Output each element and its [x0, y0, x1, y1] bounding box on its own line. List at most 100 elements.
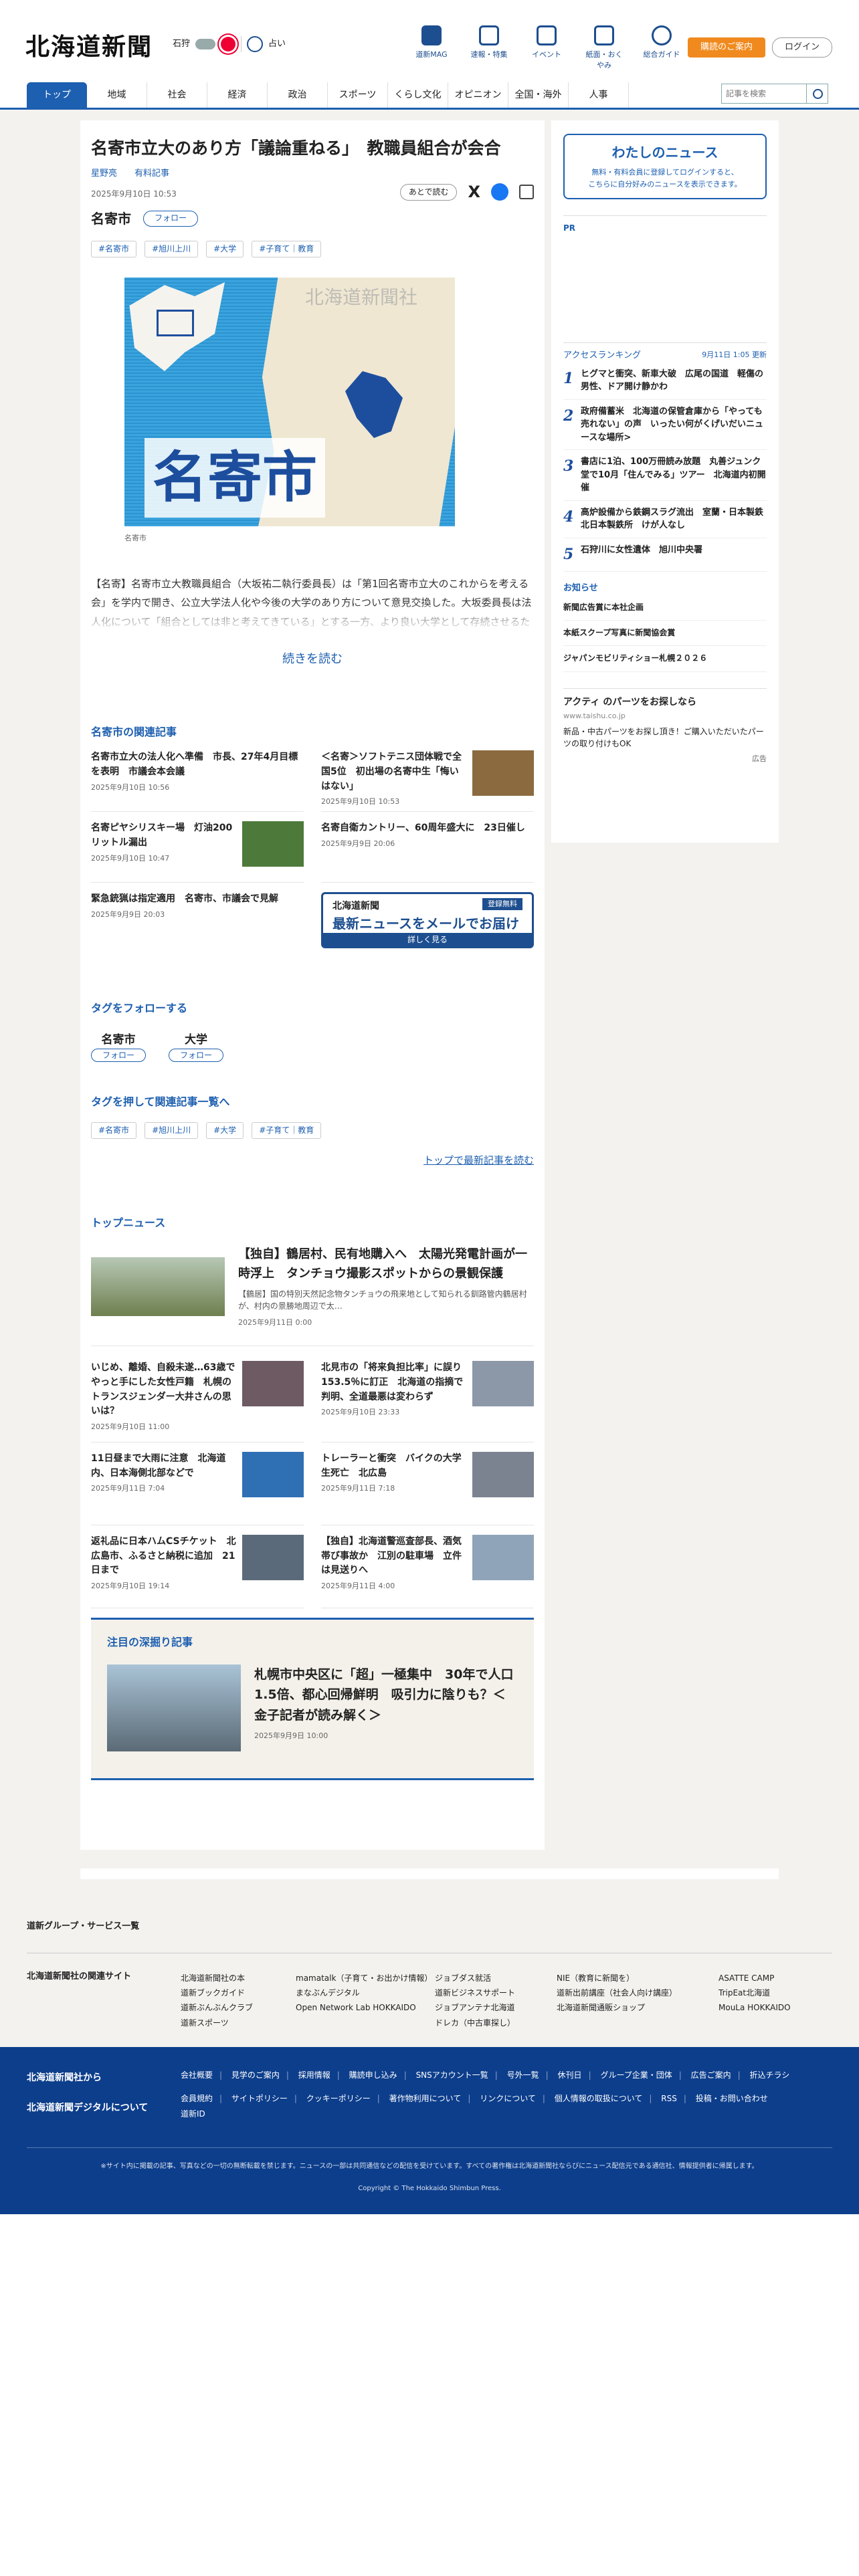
site-link[interactable]: MouLa HOKKAIDO	[719, 2000, 791, 2015]
nav-tab-region[interactable]: 地域	[87, 82, 147, 108]
ranking-item[interactable]: 2 政府備蓄米 北海道の保管倉庫から「やっても売れない」の声 いったい何がくげいだ…	[563, 400, 767, 451]
ranking-item[interactable]: 5 石狩川に女性遺体 旭川中央署	[563, 538, 767, 572]
news-item[interactable]: トレーラーと衝突 バイクの大学生死亡 北広島 2025年9月11日 7:18	[321, 1451, 534, 1525]
search-input[interactable]	[722, 84, 806, 103]
nav-tab-sports[interactable]: スポーツ	[328, 82, 388, 108]
follow-button[interactable]: フォロー	[169, 1049, 224, 1063]
footer-link[interactable]: 購読申し込み	[349, 2070, 397, 2080]
facebook-share-icon[interactable]	[491, 183, 508, 201]
read-later-button[interactable]: あとで読む	[399, 183, 458, 201]
related-item[interactable]: 緊急銃猟は指定適用 名寄市、市議会で見解 2025年9月9日 20:03	[91, 892, 304, 954]
nav-icon-mag[interactable]: 道新MAG	[412, 25, 451, 71]
related-item[interactable]: 名寄自衛カントリー、60周年盛大に 23日催し 2025年9月9日 20:06	[321, 821, 534, 883]
follow-button[interactable]: フォロー	[91, 1049, 147, 1063]
news-item[interactable]: 11日昼まで大雨に注意 北海道内、日本海側北部などで 2025年9月11日 7:0…	[91, 1451, 304, 1525]
footer-link[interactable]: 見学のご案内	[231, 2070, 280, 2080]
share-icon[interactable]	[519, 185, 534, 200]
nav-tab-opinion[interactable]: オピニオン	[448, 82, 508, 108]
footer-link[interactable]: 会員規約	[181, 2094, 213, 2103]
site-link[interactable]: 北海道新聞社の本	[181, 1971, 296, 1985]
nav-icon-paper[interactable]: 紙面・おくやみ	[585, 25, 624, 71]
footer-link[interactable]: 著作物利用について	[389, 2094, 462, 2103]
site-link[interactable]: ドレカ（中古車探し）	[435, 2016, 557, 2030]
deep-heading[interactable]: 注目の深掘り記事	[107, 1634, 518, 1650]
site-link[interactable]: Open Network Lab HOKKAIDO	[296, 2000, 435, 2015]
tag-link[interactable]: #大学	[206, 1121, 244, 1139]
footer-link[interactable]: リンクについて	[480, 2094, 536, 2103]
nav-tab-politics[interactable]: 政治	[268, 82, 328, 108]
nav-icon-event[interactable]: イベント	[527, 25, 566, 71]
follow-region-button[interactable]: フォロー	[143, 211, 199, 227]
tag-link[interactable]: #名寄市	[91, 240, 137, 258]
news-item[interactable]: 【独自】北海道警巡査部長、酒気帯び事故か 江別の駐車場 立件は見送りへ 2025年…	[321, 1534, 534, 1608]
author-link[interactable]: 星野亮	[91, 168, 117, 181]
group-services-link[interactable]: 道新グループ・サービス一覧	[27, 1921, 139, 1933]
footer-link[interactable]: RSS	[661, 2094, 677, 2103]
weather-widget[interactable]: 石狩 占い	[173, 36, 286, 52]
footer-link[interactable]: グループ企業・団体	[600, 2070, 672, 2080]
footer-link[interactable]: サイトポリシー	[231, 2094, 288, 2103]
site-link[interactable]: ASATTE CAMP	[719, 1971, 791, 1985]
notice-item[interactable]: 本紙スクープ写真に新聞協会賞	[563, 621, 767, 647]
site-link[interactable]: 北海道新聞通販ショップ	[557, 2000, 719, 2015]
site-link[interactable]: ジョブアンテナ北海道	[435, 2000, 557, 2015]
footer-link[interactable]: 会社概要	[181, 2070, 213, 2080]
tag-link[interactable]: #旭川上川	[145, 240, 199, 258]
notice-item[interactable]: 新聞広告賞に本社企画	[563, 595, 767, 621]
site-link[interactable]: 道新ぶんぶんクラブ	[181, 2000, 296, 2015]
notices-title[interactable]: お知らせ	[563, 582, 767, 595]
nav-tab-personnel[interactable]: 人事	[569, 82, 629, 108]
site-link[interactable]: まなぶんデジタル	[296, 1985, 435, 2000]
notice-item[interactable]: ジャパンモビリティショー札幌２０２６	[563, 646, 767, 672]
tag-link[interactable]: #子育て｜教育	[252, 1121, 322, 1139]
footer-link[interactable]: 投稿・お問い合わせ	[696, 2094, 768, 2103]
footer-link[interactable]: クッキーポリシー	[306, 2094, 371, 2103]
nav-tab-economy[interactable]: 経済	[207, 82, 268, 108]
site-link[interactable]: mamatalk（子育て・お出かけ情報）	[296, 1971, 435, 1985]
my-news-box[interactable]: わたしのニュース 無料・有料会員に登録してログインすると、 こちらに自分好みのニュ…	[563, 134, 767, 199]
search-icon[interactable]	[806, 84, 828, 103]
site-link[interactable]: TripEat北海道	[719, 1985, 791, 2000]
tag-link[interactable]: #名寄市	[91, 1121, 137, 1139]
related-item[interactable]: 名寄ピヤシリスキー場 灯油200リットル漏出 2025年9月10日 10:47	[91, 821, 304, 883]
ranking-item[interactable]: 3 書店に1泊、100万冊読み放題 丸善ジュンク堂で10月「住んでみる」ツアー 北…	[563, 450, 767, 501]
footer-link[interactable]: 広告ご案内	[691, 2070, 731, 2080]
top-latest-link[interactable]: トップで最新記事を読む	[91, 1154, 534, 1168]
footer-link[interactable]: 採用情報	[298, 2070, 330, 2080]
related-item[interactable]: 名寄市立大の法人化へ準備 市長、27年4月目標を表明 市議会本会議 2025年9月…	[91, 750, 304, 813]
nav-icon-special[interactable]: 速報・特集	[470, 25, 508, 71]
site-link[interactable]: NIE（教育に新聞を）	[557, 1971, 719, 1985]
tag-link[interactable]: #旭川上川	[145, 1121, 199, 1139]
read-more-link[interactable]: 続きを読む	[91, 651, 534, 668]
site-link[interactable]: 道新出前講座（社会人向け講座）	[557, 1985, 719, 2000]
login-button[interactable]: ログイン	[772, 37, 832, 58]
nav-icon-guide[interactable]: 総合ガイド	[642, 25, 681, 71]
nav-tab-culture[interactable]: くらし文化	[388, 82, 448, 108]
site-link[interactable]: 道新ブックガイド	[181, 1985, 296, 2000]
site-link[interactable]: 道新ビジネスサポート	[435, 1985, 557, 2000]
ranking-title[interactable]: アクセスランキング	[563, 350, 641, 362]
x-share-icon[interactable]: X	[468, 181, 480, 204]
footer-link[interactable]: 休刊日	[558, 2070, 582, 2080]
nav-tab-society[interactable]: 社会	[147, 82, 207, 108]
tag-link[interactable]: #大学	[206, 240, 244, 258]
news-item[interactable]: いじめ、離婚、自殺未遂…63歳でやっと手にした女性戸籍 札幌のトランスジェンダー…	[91, 1361, 304, 1442]
tag-link[interactable]: #子育て｜教育	[252, 240, 322, 258]
related-item[interactable]: ＜名寄＞ソフトテニス団体戦で全国5位 初出場の名寄中生「悔いはない」 2025年9…	[321, 750, 534, 813]
footer-link[interactable]: 折込チラシ	[749, 2070, 789, 2080]
footer-link[interactable]: 号外一覧	[507, 2070, 539, 2080]
footer-link[interactable]: SNSアカウント一覧	[416, 2070, 488, 2080]
site-logo[interactable]: 北海道新聞	[25, 29, 153, 64]
ranking-item[interactable]: 4 高炉設備から鉄鋼スラグ流出 室蘭・日本製鉄北日本製鉄所 けが人なし	[563, 501, 767, 538]
deep-article[interactable]: 札幌市中央区に「超」一極集中 30年で人口1.5倍、都心回帰鮮明 吸引力に陰りも…	[107, 1665, 518, 1752]
nav-tab-top[interactable]: トップ	[27, 82, 87, 108]
sidebar-ad[interactable]: アクティ のパーツをお探しなら www.taishu.co.jp 新品・中古パー…	[563, 687, 767, 764]
ranking-item[interactable]: 1 ヒグマと衝突、新車大破 広尾の国道 軽傷の男性、ドア開け静かわ	[563, 362, 767, 400]
site-link[interactable]: 道新スポーツ	[181, 2016, 296, 2030]
footer-link[interactable]: 道新ID	[181, 2109, 205, 2119]
mail-news-banner[interactable]: 北海道新聞 登録無料 最新ニュースをメールでお届け 詳しく見る	[321, 892, 534, 949]
site-link[interactable]: ジョブダス就活	[435, 1971, 557, 1985]
news-item[interactable]: 返礼品に日本ハムCSチケット 北広島市、ふるさと納税に追加 21日まで 2025年…	[91, 1534, 304, 1608]
news-item[interactable]: 北見市の「将来負担比率」に誤り 153.5％に訂正 北海道の指摘で判明、全道最悪…	[321, 1361, 534, 1442]
nav-tab-world[interactable]: 全国・海外	[508, 82, 569, 108]
